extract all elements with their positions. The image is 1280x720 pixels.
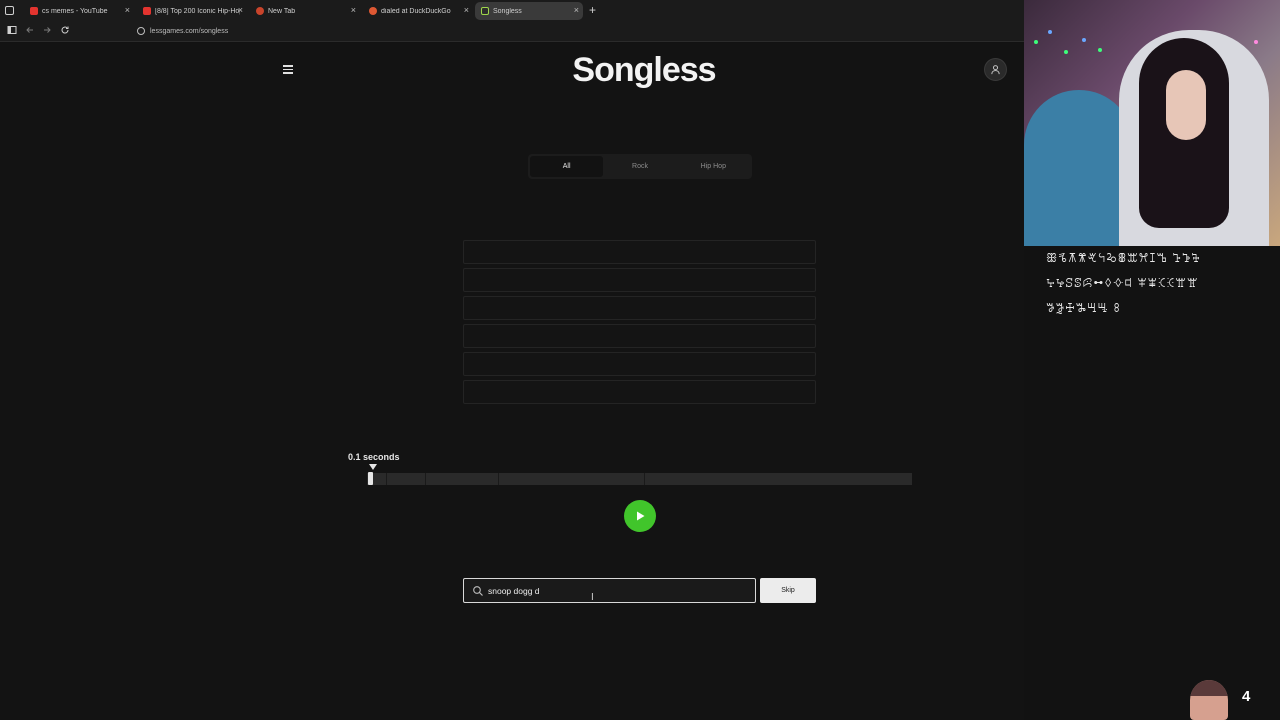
tab-title: dialed at DuckDuckGo (381, 7, 451, 15)
profile-button[interactable] (984, 58, 1007, 81)
timeline-segment-divider (644, 473, 645, 485)
string-light (1098, 48, 1102, 52)
text-cursor-icon: I (591, 592, 594, 603)
webcam-feed (1024, 0, 1280, 246)
clip-timeline (367, 473, 912, 485)
song-search-field[interactable] (463, 578, 756, 603)
guess-slot (463, 380, 816, 404)
play-button[interactable] (624, 500, 656, 532)
site-info-icon[interactable] (137, 27, 145, 35)
skip-button[interactable]: Skip (760, 578, 816, 603)
youtube-favicon-icon (30, 7, 38, 15)
string-light (1082, 38, 1086, 42)
browser-tab-cs-memes[interactable]: cs memes - YouTube × (24, 2, 134, 20)
youtube-favicon-icon (143, 7, 151, 15)
tab-rock[interactable]: Rock (603, 156, 676, 177)
playhead-marker-icon (369, 464, 377, 470)
tab-actions-icon[interactable] (5, 6, 14, 15)
song-search-input[interactable] (488, 579, 748, 602)
timeline-segment-divider (498, 473, 499, 485)
guess-slot (463, 324, 816, 348)
guess-slot (463, 268, 816, 292)
webcam-tent-shape (1024, 90, 1134, 246)
reload-icon[interactable] (60, 25, 70, 38)
streamer-avatar (1190, 680, 1228, 720)
close-tab-icon[interactable]: × (238, 5, 243, 15)
timeline-segment-divider (386, 473, 387, 485)
play-icon (637, 511, 645, 521)
clip-duration-label: 0.1 seconds (348, 452, 400, 462)
browser-tab-songless[interactable]: Songless × (475, 2, 583, 20)
browser-nav-bar: lessgames.com/songless (0, 22, 1024, 42)
address-bar-url[interactable]: lessgames.com/songless (150, 28, 228, 35)
tab-all[interactable]: All (530, 156, 604, 177)
chat-glyph-overlay: ꕥꕦꕧꕨꕩꕪꕫꕬꕭꕮꕯꕰ ꕱꕲꕳꕴꕵꕶꕷꕸꕹꕺꕻꕼ ꕽꕾꕿꖀꖁꖂꖃꖄꖅꖆꖇꖈ ꖉ (1046, 251, 1201, 315)
guess-slot (463, 240, 816, 264)
browser-tab-new-tab[interactable]: New Tab × (250, 2, 360, 20)
brave-favicon-icon (256, 7, 264, 15)
tab-hip-hop[interactable]: Hip Hop (677, 156, 750, 177)
string-light (1064, 50, 1068, 54)
genre-tab-group: All Rock Hip Hop (528, 154, 752, 179)
browser-tab-bar: cs memes - YouTube × [8/8] Top 200 Iconi… (0, 0, 1024, 22)
guess-slot (463, 352, 816, 376)
search-icon (473, 586, 483, 596)
string-light (1048, 30, 1052, 34)
browser-tab-hip-hop[interactable]: [8/8] Top 200 Iconic Hip-Hop/R × (137, 2, 247, 20)
songless-favicon-icon (481, 7, 489, 15)
string-light (1254, 40, 1258, 44)
string-light (1034, 40, 1038, 44)
close-tab-icon[interactable]: × (574, 5, 579, 15)
close-tab-icon[interactable]: × (351, 5, 356, 15)
tab-title: cs memes - YouTube (42, 7, 108, 15)
back-arrow-icon[interactable] (25, 25, 35, 38)
viewer-count: 4 (1242, 688, 1251, 705)
sidebar-toggle-icon[interactable] (7, 25, 17, 38)
browser-tab-duckduckgo[interactable]: dialed at DuckDuckGo × (363, 2, 473, 20)
tab-title: Songless (493, 7, 522, 15)
guess-slot-list (463, 240, 816, 408)
new-tab-plus-icon[interactable]: + (589, 3, 596, 17)
webcam-person-face (1166, 70, 1206, 140)
user-icon (991, 65, 1000, 75)
guess-slot (463, 296, 816, 320)
duckduckgo-favicon-icon (369, 7, 377, 15)
close-tab-icon[interactable]: × (464, 5, 469, 15)
timeline-segment-divider (425, 473, 426, 485)
tab-title: New Tab (268, 7, 296, 15)
forward-arrow-icon[interactable] (42, 25, 52, 38)
songless-page: Songless All Rock Hip Hop 0.1 seconds I … (0, 43, 1024, 720)
close-tab-icon[interactable]: × (125, 5, 130, 15)
tab-title: [8/8] Top 200 Iconic Hip-Hop/R (155, 7, 240, 15)
timeline-progress-fill (368, 472, 373, 485)
